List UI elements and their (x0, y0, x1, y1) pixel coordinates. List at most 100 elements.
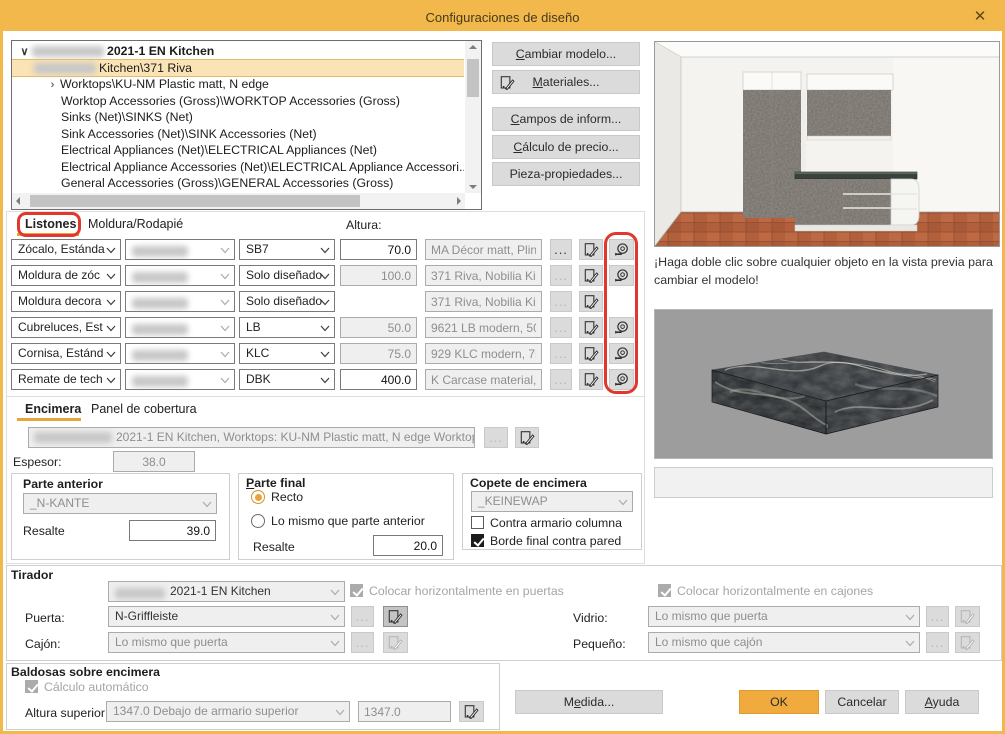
checkbox-unchecked-icon[interactable] (471, 516, 484, 529)
check-calculo-automatico[interactable]: Cálculo automático (25, 680, 149, 694)
tab-encimera[interactable]: Encimera (25, 402, 81, 416)
strip-catalog-select[interactable] (125, 369, 235, 390)
strip-height-input[interactable] (340, 265, 417, 286)
strip-material-picker-button[interactable] (579, 369, 603, 390)
strip-tape-measure-button[interactable] (609, 265, 634, 286)
check-borde-final[interactable]: Borde final contra pared (471, 534, 621, 548)
strip-catalog-select[interactable] (125, 291, 235, 312)
close-icon[interactable]: ✕ (970, 7, 990, 27)
strip-profile-select[interactable]: Solo diseñado (239, 291, 335, 312)
cajon-material-picker-button[interactable] (383, 632, 408, 653)
resalte-anterior-input[interactable] (129, 520, 216, 541)
materials-button[interactable]: Materiales... (492, 70, 640, 94)
strip-type-select[interactable]: Moldura de zóc (11, 265, 121, 286)
tree-item[interactable]: Electrical Appliances (Net)\ELECTRICAL A… (12, 142, 464, 159)
worktop-material-picker-button[interactable] (515, 427, 539, 448)
scroll-up-icon[interactable] (469, 45, 477, 49)
tree-item[interactable]: General Accessories (Gross)\GENERAL Acce… (12, 175, 464, 192)
strip-height-input[interactable] (340, 369, 417, 390)
pequeno-select[interactable]: Lo mismo que cajón (648, 632, 920, 653)
strip-catalog-select[interactable] (125, 317, 235, 338)
kitchen-preview[interactable] (654, 41, 1000, 247)
tree-item[interactable]: Worktop Accessories (Gross)\WORKTOP Acce… (12, 93, 464, 110)
strip-profile-select[interactable]: DBK (239, 369, 335, 390)
strip-profile-select[interactable]: SB7 (239, 239, 335, 260)
vertical-scroll-thumb[interactable] (467, 59, 479, 97)
strip-profile-select[interactable]: KLC (239, 343, 335, 364)
tree-item[interactable]: ›Worktops\KU-NM Plastic matt, N edge (12, 76, 464, 93)
strip-type-select[interactable]: Cornisa, Estánd (11, 343, 121, 364)
tree-item[interactable]: Electrical Appliance Accessories (Net)\E… (12, 159, 464, 176)
copete-select[interactable]: _KEINEWAP (471, 491, 633, 512)
strip-height-input[interactable] (340, 343, 417, 364)
radio-unselected-icon[interactable] (251, 514, 265, 528)
strip-height-input[interactable] (340, 317, 417, 338)
strip-tape-measure-button[interactable] (609, 369, 634, 390)
scroll-down-icon[interactable] (469, 185, 477, 189)
price-calculation-button[interactable]: Cálculo de precio... (492, 135, 640, 159)
cajon-select[interactable]: Lo mismo que puerta (108, 632, 345, 653)
tree-item[interactable]: ∨2021-1 EN Kitchen (12, 43, 464, 60)
pequeno-material-picker-button[interactable] (955, 632, 980, 653)
strip-material-picker-button[interactable] (579, 239, 603, 260)
strip-more-button[interactable]: ... (550, 343, 572, 364)
tab-panel-cobertura[interactable]: Panel de cobertura (91, 402, 197, 416)
strip-type-select[interactable]: Remate de tech (11, 369, 121, 390)
cancel-button[interactable]: Cancelar (825, 690, 899, 714)
strip-material-picker-button[interactable] (579, 265, 603, 286)
scroll-left-icon[interactable] (16, 197, 20, 205)
strip-type-select[interactable]: Moldura decora (11, 291, 121, 312)
strip-material-picker-button[interactable] (579, 291, 603, 312)
change-model-button[interactable]: Cambiar modelo... (492, 42, 640, 66)
check-contra-armario[interactable]: Contra armario columna (471, 516, 622, 530)
info-fields-button[interactable]: Campos de inform... (492, 107, 640, 131)
altura-superior-select[interactable]: 1347.0 Debajo de armario superior (106, 701, 350, 722)
puerta-material-picker-button[interactable] (383, 606, 408, 627)
checkbox-checked-icon[interactable] (350, 584, 363, 597)
strip-height-input[interactable] (340, 239, 417, 260)
worktop-more-button[interactable]: ... (484, 427, 508, 448)
strip-type-select[interactable]: Cubreluces, Est (11, 317, 121, 338)
tree-item[interactable]: Sink Accessories (Net)\SINK Accessories … (12, 126, 464, 143)
cajon-more-button[interactable]: ... (351, 632, 374, 653)
vidrio-more-button[interactable]: ... (926, 606, 949, 627)
strip-more-button[interactable]: ... (550, 369, 572, 390)
strip-tape-measure-button[interactable] (609, 239, 634, 260)
strip-more-button[interactable]: ... (550, 265, 572, 286)
tab-moldura-rodapie[interactable]: Moldura/Rodapié (88, 217, 183, 231)
tree-item[interactable]: Sinks (Net)\SINKS (Net) (12, 109, 464, 126)
tree-horizontal-scrollbar[interactable] (12, 193, 465, 209)
handle-model-select[interactable]: 2021-1 EN Kitchen (108, 581, 345, 602)
strip-profile-select[interactable]: Solo diseñado (239, 265, 335, 286)
checkbox-checked-icon[interactable] (471, 534, 484, 547)
puerta-more-button[interactable]: ... (351, 606, 374, 627)
radio-selected-icon[interactable] (251, 490, 265, 504)
strip-catalog-select[interactable] (125, 265, 235, 286)
puerta-select[interactable]: N-Griffleiste (108, 606, 345, 627)
strip-catalog-select[interactable] (125, 239, 235, 260)
ok-button[interactable]: OK (739, 690, 819, 714)
horizontal-scroll-thumb[interactable] (30, 195, 360, 207)
radio-recto[interactable]: Recto (251, 490, 303, 504)
strip-catalog-select[interactable] (125, 343, 235, 364)
checkbox-checked-icon[interactable] (25, 680, 38, 693)
scroll-right-icon[interactable] (457, 197, 461, 205)
strip-more-button[interactable]: ... (550, 239, 572, 260)
medida-button[interactable]: Medida... (515, 690, 663, 714)
tree-item[interactable]: Kitchen\371 Riva (12, 60, 464, 77)
tree-expander-icon[interactable]: › (45, 77, 60, 93)
tab-listones[interactable]: Listones (25, 217, 76, 231)
part-properties-button[interactable]: Pieza-propiedades... (492, 162, 640, 186)
check-horizontal-cajones[interactable]: Colocar horizontalmente en cajones (658, 584, 873, 598)
strip-material-picker-button[interactable] (579, 317, 603, 338)
strip-tape-measure-button[interactable] (609, 343, 634, 364)
help-button[interactable]: Ayuda (905, 690, 979, 714)
tree-expander-icon[interactable]: ∨ (17, 44, 32, 60)
pequeno-more-button[interactable]: ... (926, 632, 949, 653)
material-preview[interactable] (654, 309, 993, 459)
vidrio-material-picker-button[interactable] (955, 606, 980, 627)
tree-vertical-scrollbar[interactable] (465, 41, 481, 193)
checkbox-checked-icon[interactable] (658, 584, 671, 597)
strip-material-picker-button[interactable] (579, 343, 603, 364)
strip-tape-measure-button[interactable] (609, 317, 634, 338)
